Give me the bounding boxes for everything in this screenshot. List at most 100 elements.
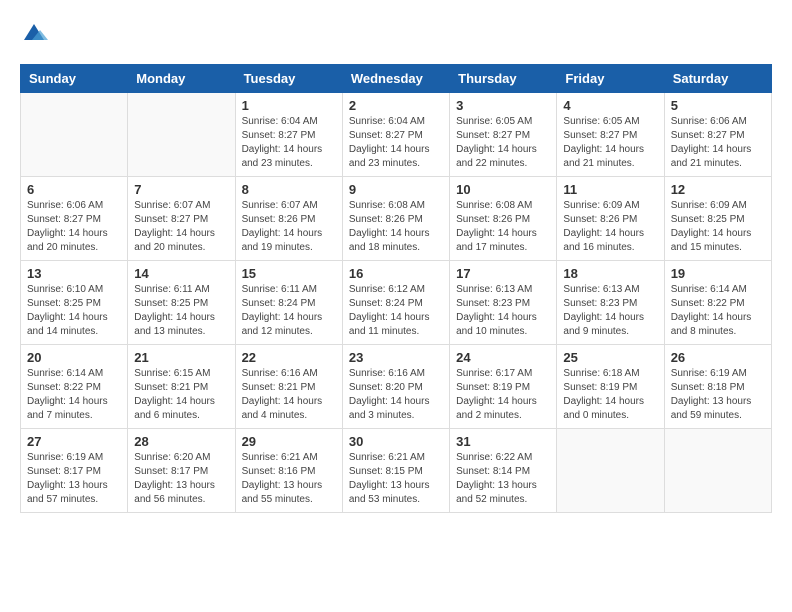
day-cell: 23 Sunrise: 6:16 AM Sunset: 8:20 PM Dayli… <box>342 345 449 429</box>
day-cell <box>128 93 235 177</box>
day-number: 30 <box>349 434 443 449</box>
day-number: 7 <box>134 182 228 197</box>
calendar-header: SundayMondayTuesdayWednesdayThursdayFrid… <box>21 65 772 93</box>
header-row: SundayMondayTuesdayWednesdayThursdayFrid… <box>21 65 772 93</box>
day-info: Sunrise: 6:05 AM Sunset: 8:27 PM Dayligh… <box>563 115 657 171</box>
day-cell <box>664 429 771 513</box>
day-cell: 20 Sunrise: 6:14 AM Sunset: 8:22 PM Dayli… <box>21 345 128 429</box>
logo <box>20 20 50 48</box>
day-number: 11 <box>563 182 657 197</box>
header-cell-thursday: Thursday <box>450 65 557 93</box>
day-info: Sunrise: 6:22 AM Sunset: 8:14 PM Dayligh… <box>456 451 550 507</box>
day-cell: 26 Sunrise: 6:19 AM Sunset: 8:18 PM Dayli… <box>664 345 771 429</box>
day-info: Sunrise: 6:07 AM Sunset: 8:27 PM Dayligh… <box>134 199 228 255</box>
day-number: 23 <box>349 350 443 365</box>
day-number: 15 <box>242 266 336 281</box>
day-info: Sunrise: 6:16 AM Sunset: 8:20 PM Dayligh… <box>349 367 443 423</box>
header-cell-monday: Monday <box>128 65 235 93</box>
day-info: Sunrise: 6:07 AM Sunset: 8:26 PM Dayligh… <box>242 199 336 255</box>
page-header <box>20 20 772 48</box>
day-number: 6 <box>27 182 121 197</box>
day-cell: 9Sunrise: 6:08 AM Sunset: 8:26 PM Daylig… <box>342 177 449 261</box>
header-cell-saturday: Saturday <box>664 65 771 93</box>
day-number: 20 <box>27 350 121 365</box>
day-number: 29 <box>242 434 336 449</box>
day-info: Sunrise: 6:13 AM Sunset: 8:23 PM Dayligh… <box>563 283 657 339</box>
day-info: Sunrise: 6:08 AM Sunset: 8:26 PM Dayligh… <box>456 199 550 255</box>
day-cell: 17 Sunrise: 6:13 AM Sunset: 8:23 PM Dayli… <box>450 261 557 345</box>
day-number: 19 <box>671 266 765 281</box>
day-cell: 15Sunrise: 6:11 AM Sunset: 8:24 PM Dayli… <box>235 261 342 345</box>
day-number: 13 <box>27 266 121 281</box>
day-cell: 13 Sunrise: 6:10 AM Sunset: 8:25 PM Dayli… <box>21 261 128 345</box>
day-cell <box>557 429 664 513</box>
day-number: 17 <box>456 266 550 281</box>
day-number: 27 <box>27 434 121 449</box>
day-cell: 16 Sunrise: 6:12 AM Sunset: 8:24 PM Dayli… <box>342 261 449 345</box>
day-number: 16 <box>349 266 443 281</box>
day-number: 22 <box>242 350 336 365</box>
day-number: 8 <box>242 182 336 197</box>
day-number: 21 <box>134 350 228 365</box>
day-number: 10 <box>456 182 550 197</box>
day-info: Sunrise: 6:14 AM Sunset: 8:22 PM Dayligh… <box>671 283 765 339</box>
day-info: Sunrise: 6:09 AM Sunset: 8:25 PM Dayligh… <box>671 199 765 255</box>
calendar-body: 1 Sunrise: 6:04 AM Sunset: 8:27 PM Daylig… <box>21 93 772 513</box>
week-row-1: 1 Sunrise: 6:04 AM Sunset: 8:27 PM Daylig… <box>21 93 772 177</box>
day-cell: 12 Sunrise: 6:09 AM Sunset: 8:25 PM Dayli… <box>664 177 771 261</box>
day-cell: 14Sunrise: 6:11 AM Sunset: 8:25 PM Dayli… <box>128 261 235 345</box>
day-info: Sunrise: 6:20 AM Sunset: 8:17 PM Dayligh… <box>134 451 228 507</box>
day-cell: 31 Sunrise: 6:22 AM Sunset: 8:14 PM Dayli… <box>450 429 557 513</box>
day-info: Sunrise: 6:05 AM Sunset: 8:27 PM Dayligh… <box>456 115 550 171</box>
day-cell: 5Sunrise: 6:06 AM Sunset: 8:27 PM Daylig… <box>664 93 771 177</box>
day-cell: 28 Sunrise: 6:20 AM Sunset: 8:17 PM Dayli… <box>128 429 235 513</box>
header-cell-sunday: Sunday <box>21 65 128 93</box>
day-number: 5 <box>671 98 765 113</box>
day-cell: 11 Sunrise: 6:09 AM Sunset: 8:26 PM Dayli… <box>557 177 664 261</box>
day-cell: 18 Sunrise: 6:13 AM Sunset: 8:23 PM Dayli… <box>557 261 664 345</box>
day-info: Sunrise: 6:10 AM Sunset: 8:25 PM Dayligh… <box>27 283 121 339</box>
day-info: Sunrise: 6:19 AM Sunset: 8:17 PM Dayligh… <box>27 451 121 507</box>
day-cell: 6 Sunrise: 6:06 AM Sunset: 8:27 PM Daylig… <box>21 177 128 261</box>
day-number: 12 <box>671 182 765 197</box>
day-info: Sunrise: 6:18 AM Sunset: 8:19 PM Dayligh… <box>563 367 657 423</box>
day-number: 2 <box>349 98 443 113</box>
day-number: 18 <box>563 266 657 281</box>
day-cell: 8 Sunrise: 6:07 AM Sunset: 8:26 PM Daylig… <box>235 177 342 261</box>
day-cell: 10 Sunrise: 6:08 AM Sunset: 8:26 PM Dayli… <box>450 177 557 261</box>
day-cell: 21 Sunrise: 6:15 AM Sunset: 8:21 PM Dayli… <box>128 345 235 429</box>
day-info: Sunrise: 6:06 AM Sunset: 8:27 PM Dayligh… <box>27 199 121 255</box>
day-info: Sunrise: 6:08 AM Sunset: 8:26 PM Dayligh… <box>349 199 443 255</box>
day-info: Sunrise: 6:13 AM Sunset: 8:23 PM Dayligh… <box>456 283 550 339</box>
day-info: Sunrise: 6:19 AM Sunset: 8:18 PM Dayligh… <box>671 367 765 423</box>
day-number: 4 <box>563 98 657 113</box>
day-info: Sunrise: 6:16 AM Sunset: 8:21 PM Dayligh… <box>242 367 336 423</box>
week-row-4: 20 Sunrise: 6:14 AM Sunset: 8:22 PM Dayli… <box>21 345 772 429</box>
day-cell: 2 Sunrise: 6:04 AM Sunset: 8:27 PM Daylig… <box>342 93 449 177</box>
header-cell-friday: Friday <box>557 65 664 93</box>
day-cell: 3Sunrise: 6:05 AM Sunset: 8:27 PM Daylig… <box>450 93 557 177</box>
header-cell-tuesday: Tuesday <box>235 65 342 93</box>
day-number: 28 <box>134 434 228 449</box>
day-number: 14 <box>134 266 228 281</box>
day-number: 26 <box>671 350 765 365</box>
day-info: Sunrise: 6:21 AM Sunset: 8:15 PM Dayligh… <box>349 451 443 507</box>
day-info: Sunrise: 6:15 AM Sunset: 8:21 PM Dayligh… <box>134 367 228 423</box>
day-number: 24 <box>456 350 550 365</box>
day-number: 1 <box>242 98 336 113</box>
day-number: 31 <box>456 434 550 449</box>
day-number: 25 <box>563 350 657 365</box>
day-info: Sunrise: 6:21 AM Sunset: 8:16 PM Dayligh… <box>242 451 336 507</box>
calendar-table: SundayMondayTuesdayWednesdayThursdayFrid… <box>20 64 772 513</box>
day-cell: 25 Sunrise: 6:18 AM Sunset: 8:19 PM Dayli… <box>557 345 664 429</box>
day-info: Sunrise: 6:14 AM Sunset: 8:22 PM Dayligh… <box>27 367 121 423</box>
day-cell: 29 Sunrise: 6:21 AM Sunset: 8:16 PM Dayli… <box>235 429 342 513</box>
day-info: Sunrise: 6:09 AM Sunset: 8:26 PM Dayligh… <box>563 199 657 255</box>
day-cell: 27 Sunrise: 6:19 AM Sunset: 8:17 PM Dayli… <box>21 429 128 513</box>
day-cell: 4 Sunrise: 6:05 AM Sunset: 8:27 PM Daylig… <box>557 93 664 177</box>
day-info: Sunrise: 6:04 AM Sunset: 8:27 PM Dayligh… <box>349 115 443 171</box>
week-row-5: 27 Sunrise: 6:19 AM Sunset: 8:17 PM Dayli… <box>21 429 772 513</box>
day-cell: 1Sunrise: 6:04 AM Sunset: 8:27 PM Daylig… <box>235 93 342 177</box>
day-cell: 19 Sunrise: 6:14 AM Sunset: 8:22 PM Dayli… <box>664 261 771 345</box>
day-info: Sunrise: 6:12 AM Sunset: 8:24 PM Dayligh… <box>349 283 443 339</box>
